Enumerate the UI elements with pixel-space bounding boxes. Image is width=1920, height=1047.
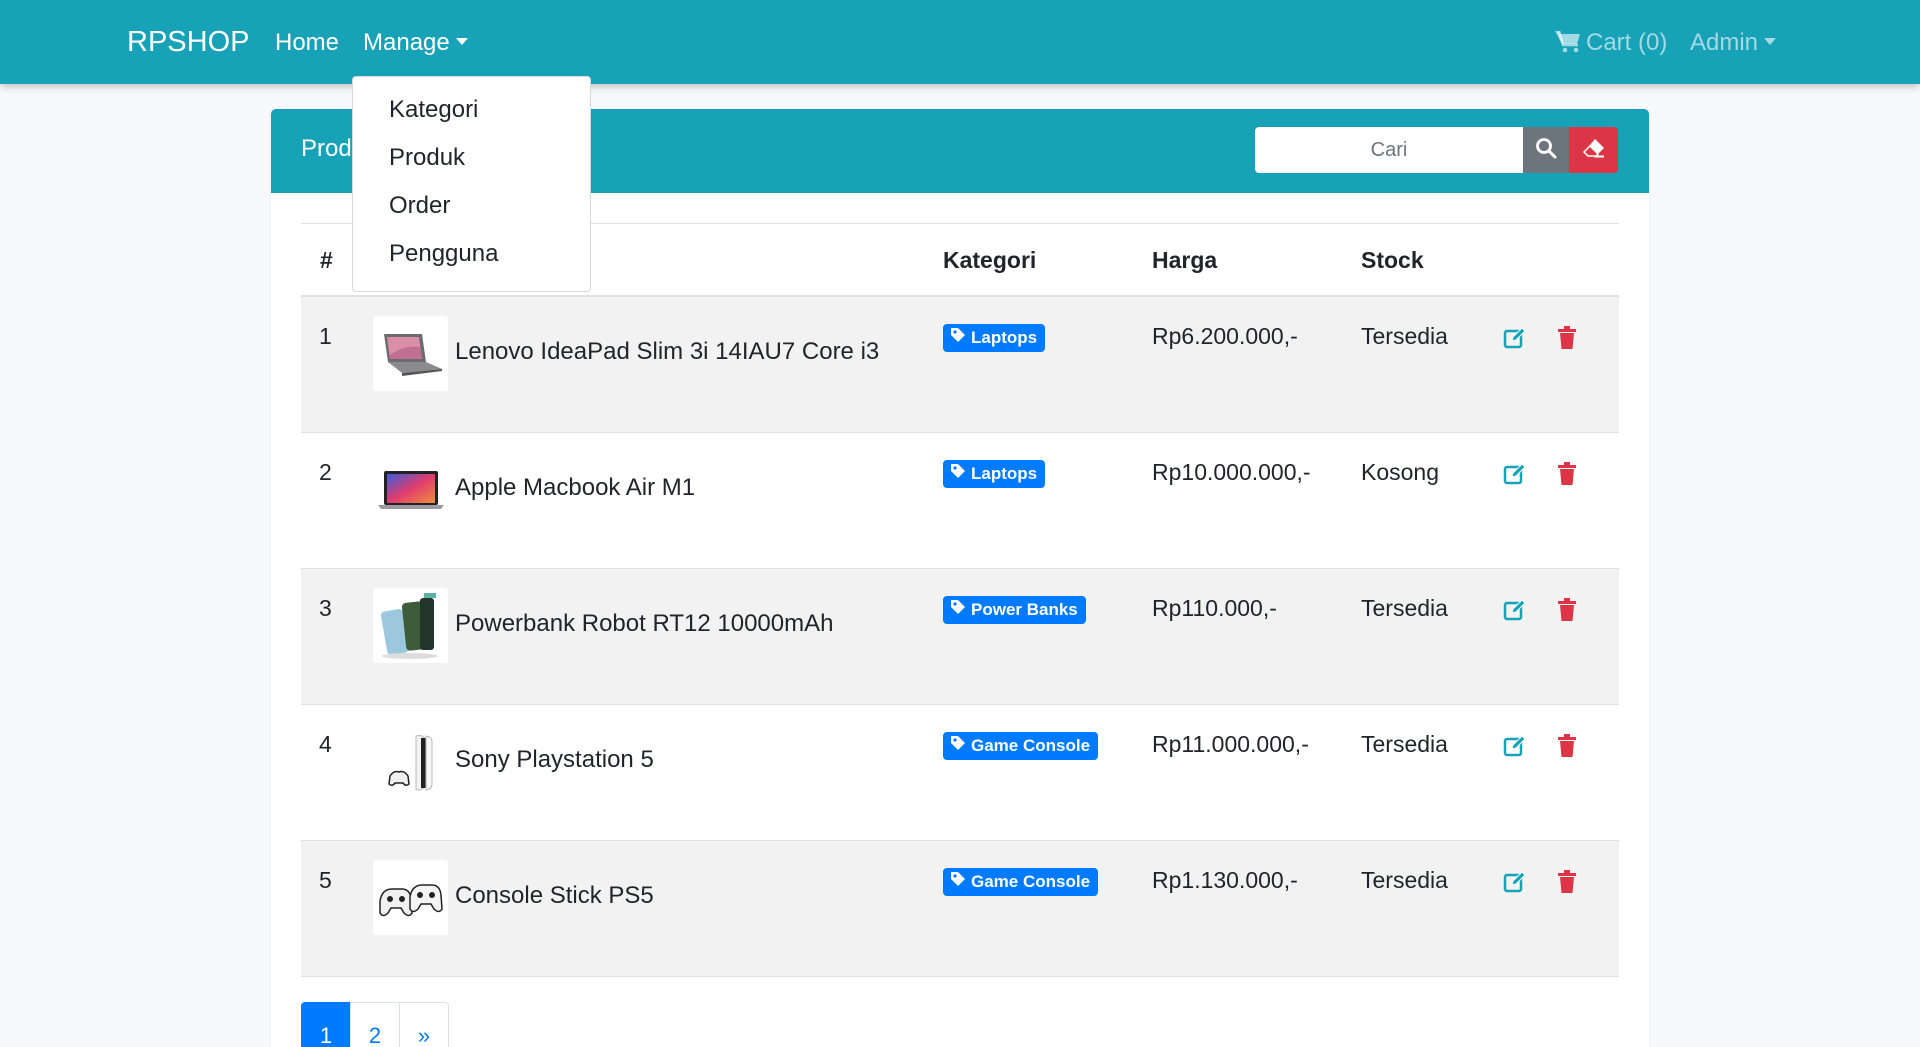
category-badge: Game Console (943, 732, 1099, 760)
trash-icon[interactable] (1556, 462, 1578, 486)
product-stock: Tersedia (1361, 323, 1448, 349)
nav-admin-label: Admin (1690, 29, 1759, 56)
nav-manage-dropdown[interactable]: Manage (363, 29, 468, 57)
trash-icon[interactable] (1556, 734, 1578, 758)
product-stock: Kosong (1361, 459, 1440, 485)
shopping-cart-icon (1554, 29, 1582, 60)
product-name: Sony Playstation 5 (455, 746, 654, 773)
menu-item-produk[interactable]: Produk (353, 141, 590, 189)
page-1-button[interactable]: 1 (301, 1002, 351, 1047)
category-label: Laptops (971, 327, 1038, 347)
eraser-icon (1582, 138, 1606, 163)
category-label: Power Banks (971, 599, 1078, 619)
header-kategori: Kategori (943, 247, 1037, 273)
product-image-controller (373, 860, 448, 935)
row-number: 2 (319, 459, 332, 485)
trash-icon[interactable] (1556, 598, 1578, 622)
nav-admin-dropdown[interactable]: Admin (1690, 29, 1777, 57)
search-button[interactable] (1523, 127, 1569, 173)
chevron-down-icon (1764, 38, 1777, 46)
chevron-down-icon (455, 38, 468, 46)
menu-item-order[interactable]: Order (353, 189, 590, 237)
row-number: 1 (319, 323, 332, 349)
product-name: Lenovo IdeaPad Slim 3i 14IAU7 Core i3 (455, 338, 880, 365)
tag-icon (950, 327, 966, 348)
product-image-laptop (373, 316, 448, 391)
product-price: Rp6.200.000,- (1152, 323, 1298, 349)
product-price: Rp1.130.000,- (1152, 867, 1298, 893)
product-image-macbook (373, 452, 448, 527)
cart-label: Cart (0) (1586, 29, 1668, 56)
nav-home[interactable]: Home (275, 29, 339, 57)
product-price: Rp110.000,- (1152, 595, 1277, 621)
page-2-button[interactable]: 2 (350, 1002, 400, 1047)
tag-icon (950, 599, 966, 620)
edit-icon[interactable] (1503, 870, 1527, 894)
product-image-powerbank (373, 588, 448, 663)
tag-icon (950, 735, 966, 756)
table-row: 5 Console Stick PS5 Game Console Rp1.130… (301, 841, 1619, 977)
product-stock: Tersedia (1361, 867, 1448, 893)
navbar: RPSHOP Home Manage Cart (0) Admin (0, 0, 1920, 84)
trash-icon[interactable] (1556, 326, 1578, 350)
row-number: 4 (319, 731, 332, 757)
next-page-button[interactable]: » (399, 1002, 449, 1047)
nav-cart[interactable]: Cart (0) (1554, 29, 1667, 60)
edit-icon[interactable] (1503, 598, 1527, 622)
search-icon (1535, 137, 1557, 164)
trash-icon[interactable] (1556, 870, 1578, 894)
header-stock: Stock (1361, 247, 1424, 273)
product-name: Console Stick PS5 (455, 882, 654, 909)
table-row: 4 Sony Playstation 5 Game Console Rp11.0… (301, 705, 1619, 841)
header-harga: Harga (1152, 247, 1218, 273)
table-row: 2 Apple Macbook Air M1 Laptops Rp10.000.… (301, 433, 1619, 569)
product-stock: Tersedia (1361, 731, 1448, 757)
category-badge: Game Console (943, 868, 1099, 896)
product-name: Powerbank Robot RT12 10000mAh (455, 610, 834, 637)
tag-icon (950, 871, 966, 892)
category-badge: Power Banks (943, 596, 1086, 624)
product-stock: Tersedia (1361, 595, 1448, 621)
category-badge: Laptops (943, 324, 1046, 352)
product-image-playstation (373, 724, 448, 799)
product-price: Rp10.000.000,- (1152, 459, 1311, 485)
category-label: Game Console (971, 735, 1091, 755)
row-number: 5 (319, 867, 332, 893)
product-price: Rp11.000.000,- (1152, 731, 1309, 757)
row-number: 3 (319, 595, 332, 621)
table-row: 1 Lenovo IdeaPad Slim 3i 14IAU7 Core i3 … (301, 297, 1619, 433)
edit-icon[interactable] (1503, 326, 1527, 350)
nav-manage-label: Manage (363, 29, 450, 56)
category-badge: Laptops (943, 460, 1046, 488)
table-row: 3 Powerbank Robot RT12 10000mAh Power Ba… (301, 569, 1619, 705)
product-name: Apple Macbook Air M1 (455, 474, 696, 501)
brand-logo[interactable]: RPSHOP (127, 26, 249, 59)
tag-icon (950, 463, 966, 484)
menu-item-pengguna[interactable]: Pengguna (353, 237, 590, 285)
category-label: Game Console (971, 871, 1091, 891)
edit-icon[interactable] (1503, 462, 1527, 486)
pagination: 1 2 » (301, 1002, 449, 1047)
category-label: Laptops (971, 463, 1038, 483)
clear-search-button[interactable] (1569, 127, 1618, 173)
edit-icon[interactable] (1503, 734, 1527, 758)
header-number: # (320, 247, 333, 273)
search-input[interactable] (1255, 127, 1523, 173)
manage-dropdown-menu: Kategori Produk Order Pengguna (352, 76, 591, 292)
menu-item-kategori[interactable]: Kategori (353, 93, 590, 141)
